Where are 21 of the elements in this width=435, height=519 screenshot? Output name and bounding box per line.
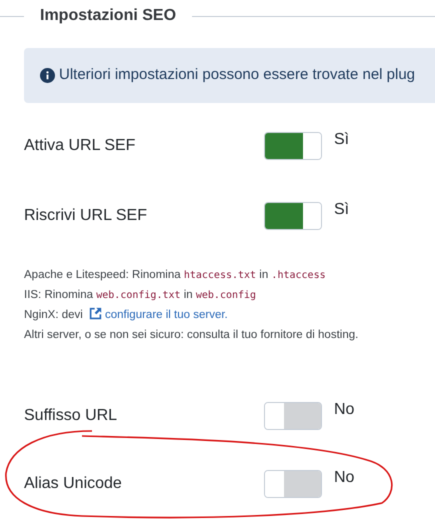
setting-label: Suffisso URL [24, 406, 118, 426]
info-icon [40, 68, 55, 83]
setting-label: Alias Unicode [24, 474, 123, 494]
setting-label: Riscrivi URL SEF [24, 206, 148, 226]
setting-value: No [334, 400, 354, 420]
help-text: Altri server, o se non sei sicuro: consulta il tuo fornitore di hosting. [24, 328, 360, 343]
external-link-icon [89, 307, 102, 320]
info-text: Ulteriori impostazioni possono essere trovate nel plug [59, 65, 416, 86]
configure-server-link[interactable]: configurare il tuo server. [105, 309, 228, 321]
fieldset-legend: Impostazioni SEO [24, 4, 192, 28]
setting-label: Attiva URL SEF [24, 136, 136, 156]
help-text: NginX: devi configurare il tuo server. [24, 307, 229, 323]
toggle-switch[interactable] [264, 132, 322, 160]
help-text: Apache e Litespeed: Rinomina htaccess.txt in .htaccess [24, 268, 327, 283]
toggle-switch[interactable] [264, 470, 322, 498]
toggle-switch[interactable] [264, 402, 322, 430]
setting-value: Sì [334, 200, 350, 220]
setting-value: No [334, 468, 354, 488]
help-text: IIS: Rinomina web.config.txt in web.config [24, 288, 258, 303]
setting-value: Sì [334, 130, 350, 150]
toggle-switch[interactable] [264, 202, 322, 230]
